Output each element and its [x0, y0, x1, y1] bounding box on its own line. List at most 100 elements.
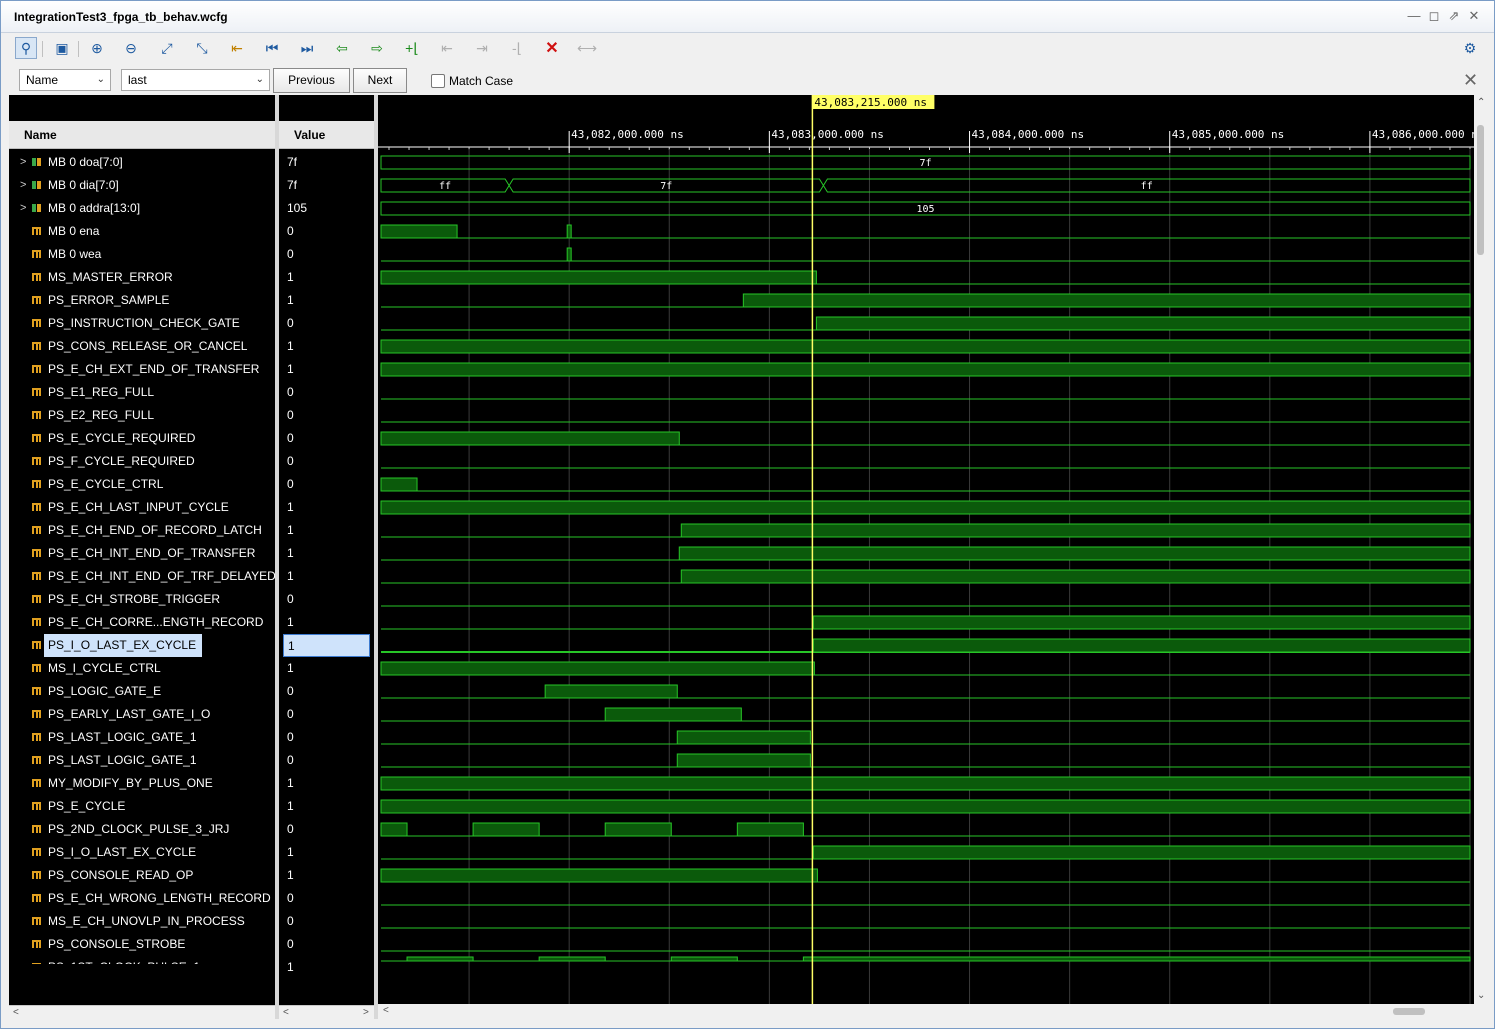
signal-row[interactable]: PS_1ST_CLOCK_PULSE_1 — [9, 956, 275, 964]
scroll-down-icon[interactable]: ⌄ — [1477, 990, 1485, 1001]
signal-value[interactable]: 0 — [279, 818, 374, 841]
scroll-up-icon[interactable]: ⌃ — [1477, 97, 1485, 108]
signal-value[interactable]: 1 — [279, 841, 374, 864]
signal-row[interactable]: PS_LAST_LOGIC_GATE_1 — [9, 749, 275, 772]
signal-value[interactable]: 0 — [279, 473, 374, 496]
signal-row[interactable]: PS_LOGIC_GATE_E — [9, 680, 275, 703]
signal-row[interactable]: MS_MASTER_ERROR — [9, 266, 275, 289]
signal-row[interactable]: PS_E1_REG_FULL — [9, 381, 275, 404]
name-column-header[interactable]: Name — [9, 121, 275, 149]
signal-value[interactable]: 1 — [279, 335, 374, 358]
signal-row[interactable]: MS_I_CYCLE_CTRL — [9, 657, 275, 680]
signal-row[interactable]: PS_E_CH_WRONG_LENGTH_RECORD — [9, 887, 275, 910]
signal-row[interactable]: > MB 0 dia[7:0] — [9, 174, 275, 197]
minimize-icon[interactable]: — — [1406, 8, 1422, 23]
name-hscrollbar[interactable]: < — [9, 1005, 275, 1020]
waveform-canvas[interactable]: 43,082,000.000 ns 43,083,000.000 ns 43,084… — [378, 95, 1474, 1004]
waveform-vscrollbar[interactable]: ⌃ ⌄ — [1474, 95, 1488, 1004]
find-field-select[interactable]: Name ⌄ — [19, 69, 111, 91]
go-to-start-icon[interactable]: ⏮ — [261, 37, 283, 59]
signal-value[interactable]: 0 — [279, 220, 374, 243]
signal-row[interactable]: PS_E_CH_CORRE...ENGTH_RECORD — [9, 611, 275, 634]
zoom-out-icon[interactable]: ⊖ — [120, 37, 142, 59]
previous-transition-icon[interactable]: ⇦ — [331, 37, 353, 59]
signal-value[interactable]: 7f — [279, 151, 374, 174]
signal-value[interactable]: 1 — [279, 266, 374, 289]
signal-row[interactable]: PS_E_CH_STROBE_TRIGGER — [9, 588, 275, 611]
next-transition-icon[interactable]: ⇨ — [366, 37, 388, 59]
signal-row[interactable]: PS_E_CH_INT_END_OF_TRANSFER — [9, 542, 275, 565]
signal-row[interactable]: PS_E_CYCLE_REQUIRED — [9, 427, 275, 450]
signal-value[interactable]: 0 — [279, 427, 374, 450]
signal-value[interactable]: 1 — [279, 657, 374, 680]
signal-row[interactable]: PS_I_O_LAST_EX_CYCLE — [9, 634, 275, 657]
signal-value[interactable]: 0 — [279, 703, 374, 726]
signal-value[interactable]: 1 — [279, 772, 374, 795]
signal-row[interactable]: PS_CONS_RELEASE_OR_CANCEL — [9, 335, 275, 358]
signal-value[interactable]: 0 — [279, 312, 374, 335]
signal-value[interactable]: 1 — [279, 519, 374, 542]
signal-value[interactable]: 1 — [279, 864, 374, 887]
scroll-left-icon[interactable]: < — [283, 1007, 289, 1018]
signal-value[interactable]: 0 — [279, 910, 374, 933]
value-hscrollbar[interactable]: < > — [279, 1005, 374, 1020]
find-text-combo[interactable]: last ⌄ — [121, 69, 270, 91]
expand-chevron-icon[interactable]: > — [20, 174, 26, 197]
signal-value[interactable]: 1 — [279, 289, 374, 312]
signal-value[interactable]: 7f — [279, 174, 374, 197]
signal-value[interactable]: 0 — [279, 887, 374, 910]
go-to-end-icon[interactable]: ⏭ — [296, 37, 318, 59]
match-case-checkbox[interactable] — [431, 74, 445, 88]
restore-icon[interactable]: ◻ — [1426, 8, 1442, 24]
previous-button[interactable]: Previous — [273, 68, 350, 93]
signal-row[interactable]: MS_E_CH_UNOVLP_IN_PROCESS — [9, 910, 275, 933]
signal-row[interactable]: PS_E_CH_END_OF_RECORD_LATCH — [9, 519, 275, 542]
signal-value[interactable]: 1 — [279, 956, 374, 974]
expand-chevron-icon[interactable]: > — [20, 151, 26, 174]
signal-row[interactable]: PS_E_CYCLE_CTRL — [9, 473, 275, 496]
signal-value[interactable]: 1 — [279, 795, 374, 818]
zoom-in-icon[interactable]: ⊕ — [86, 37, 108, 59]
close-icon[interactable]: ✕ — [1466, 8, 1482, 24]
signal-row[interactable]: PS_CONSOLE_READ_OP — [9, 864, 275, 887]
signal-value[interactable]: 1 — [279, 358, 374, 381]
search-icon[interactable]: ⚲ — [15, 37, 37, 59]
signal-row[interactable]: MB 0 ena — [9, 220, 275, 243]
signal-value[interactable]: 0 — [279, 450, 374, 473]
signal-row[interactable]: PS_E_CH_LAST_INPUT_CYCLE — [9, 496, 275, 519]
float-icon[interactable]: ⇗ — [1446, 8, 1462, 24]
delete-marker-icon[interactable]: -⌊ — [506, 37, 528, 59]
signal-value[interactable]: 1 — [279, 611, 374, 634]
next-button[interactable]: Next — [353, 68, 407, 93]
go-to-cursor-icon[interactable]: ⇤ — [226, 37, 248, 59]
signal-row[interactable]: > MB 0 doa[7:0] — [9, 151, 275, 174]
signal-value[interactable]: 1 — [279, 496, 374, 519]
zoom-fit-icon[interactable]: ⤢ — [156, 37, 178, 59]
signal-row[interactable]: PS_F_CYCLE_REQUIRED — [9, 450, 275, 473]
signal-row[interactable]: MB 0 wea — [9, 243, 275, 266]
signal-value[interactable]: 1 — [279, 565, 374, 588]
signal-value[interactable]: 0 — [279, 588, 374, 611]
signal-value[interactable]: 0 — [279, 933, 374, 956]
settings-gear-icon[interactable]: ⚙ — [1459, 37, 1481, 59]
signal-row[interactable]: PS_INSTRUCTION_CHECK_GATE — [9, 312, 275, 335]
previous-marker-icon[interactable]: ⇤ — [436, 37, 458, 59]
signal-row[interactable]: MY_MODIFY_BY_PLUS_ONE — [9, 772, 275, 795]
signal-row[interactable]: PS_I_O_LAST_EX_CYCLE — [9, 841, 275, 864]
signal-row[interactable]: PS_ERROR_SAMPLE — [9, 289, 275, 312]
signal-value[interactable]: 0 — [279, 243, 374, 266]
add-marker-icon[interactable]: +⌊ — [401, 37, 423, 59]
signal-row[interactable]: PS_E_CH_INT_END_OF_TRF_DELAYED — [9, 565, 275, 588]
scroll-right-icon[interactable]: > — [363, 1007, 369, 1018]
signal-value[interactable]: 1 — [279, 542, 374, 565]
signal-value[interactable]: 105 — [279, 197, 374, 220]
signal-row[interactable]: PS_E_CH_EXT_END_OF_TRANSFER — [9, 358, 275, 381]
scroll-left-icon[interactable]: < — [13, 1007, 19, 1018]
signal-row[interactable]: PS_2ND_CLOCK_PULSE_3_JRJ — [9, 818, 275, 841]
signal-row[interactable]: PS_E2_REG_FULL — [9, 404, 275, 427]
zoom-to-cursor-icon[interactable]: ⤡ — [191, 37, 213, 59]
expand-chevron-icon[interactable]: > — [20, 197, 26, 220]
hscroll-thumb[interactable] — [1393, 1008, 1425, 1015]
signal-value[interactable]: 0 — [279, 749, 374, 772]
signal-row[interactable]: PS_CONSOLE_STROBE — [9, 933, 275, 956]
